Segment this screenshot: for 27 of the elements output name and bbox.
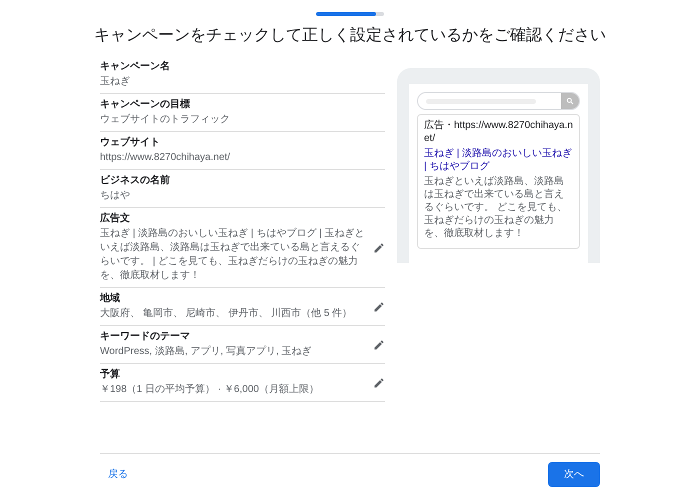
field-value: ちはや [100, 189, 131, 203]
field-label: ウェブサイト [100, 136, 161, 149]
field-label: キャンペーン名 [100, 60, 171, 73]
ad-headline: 玉ねぎ | 淡路島のおいしい玉ねぎ | ちはやブログ [424, 147, 573, 173]
next-button[interactable]: 次へ [548, 462, 600, 487]
page-title: キャンペーンをチェックして正しく設定されているかをご確認ください [94, 26, 606, 46]
ad-url: 広告・https://www.8270chihaya.net/ [424, 119, 573, 145]
field-value: ウェブサイトのトラフィック [100, 113, 231, 127]
field-label: 地域 [100, 292, 121, 305]
field-value: WordPress, 淡路島, アプリ, 写真アプリ, 玉ねぎ [100, 345, 312, 359]
field-label: キャンペーンの目標 [100, 98, 191, 111]
field-value: 玉ねぎ [100, 75, 131, 89]
field-label: 予算 [100, 368, 121, 381]
pencil-icon[interactable] [373, 300, 385, 312]
field-value: ￥198（1 日の平均予算） · ￥6,000（月額上限） [100, 383, 320, 397]
field-value: 玉ねぎ | 淡路島のおいしい玉ねぎ | ちはやブログ | 玉ねぎといえば淡路島、淡路島は玉ねぎで出来ている島と言えるぐらいです。 | どこを見ても、玉ねぎだらけの玉ねぎの魅力を、徹底取材します！ [100, 227, 365, 283]
field-label: キーワードのテーマ [100, 330, 191, 343]
back-button[interactable]: 戻る [100, 463, 136, 486]
ad-description: 玉ねぎといえば淡路島、淡路島は玉ねぎで出来ている島と言えるぐらいです。 どこを見ても、玉ねぎだらけの玉ねぎの魅力を、徹底取材します！ [424, 175, 568, 240]
field-label: 広告文 [100, 212, 131, 225]
pencil-icon[interactable] [373, 242, 385, 254]
field-value: 大阪府、 亀岡市、 尼崎市、 伊丹市、 川西市（他 5 件） [100, 307, 354, 321]
pencil-icon[interactable] [373, 338, 385, 350]
field-label: ビジネスの名前 [100, 174, 171, 187]
pencil-icon[interactable] [373, 376, 385, 388]
search-icon [566, 97, 574, 105]
field-value: https://www.8270chihaya.net/ [100, 151, 232, 165]
